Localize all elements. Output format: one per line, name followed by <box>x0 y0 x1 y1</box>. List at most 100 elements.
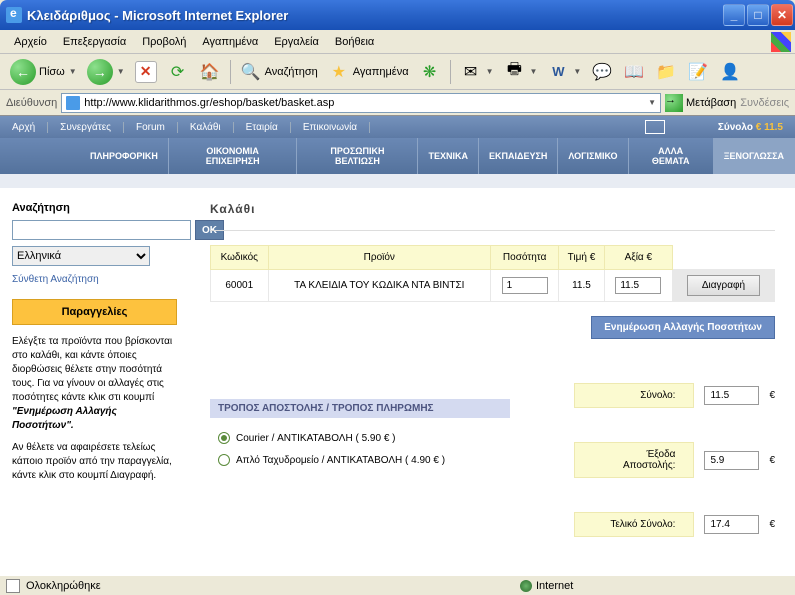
delete-button[interactable]: Διαγραφή <box>687 275 760 296</box>
page-title: Καλάθι <box>210 202 775 216</box>
orders-button[interactable]: Παραγγελίες <box>12 299 177 325</box>
window-titlebar: Κλειδάριθμος - Microsoft Internet Explor… <box>0 0 795 30</box>
address-url: http://www.klidarithmos.gr/eshop/basket/… <box>84 97 334 109</box>
nav-basket[interactable]: Καλάθι <box>178 122 234 133</box>
qty-input[interactable] <box>502 277 548 294</box>
cat-technical[interactable]: ΤΕΧΝΙΚΑ <box>418 138 479 174</box>
window-title: Κλειδάριθμος - Microsoft Internet Explor… <box>27 8 723 23</box>
col-qty: Ποσότητα <box>491 246 559 270</box>
sub-nav-bar <box>0 174 795 188</box>
shipcost-value <box>704 451 759 470</box>
ship-option-post[interactable]: Απλό Ταχυδρομείο / ΑΝΤΙΚΑΤΑΒΟΛΗ ( 4.90 €… <box>210 450 554 472</box>
cat-foreign[interactable]: ΞΕΝΟΓΛΩΣΣΑ <box>714 138 795 174</box>
col-value: Αξία € <box>604 246 672 270</box>
nav-forum[interactable]: Forum <box>124 122 178 133</box>
forward-button[interactable]: →▼ <box>83 57 129 87</box>
cat-software[interactable]: ΛΟΓΙΣΜΙΚΟ <box>558 138 628 174</box>
minimize-button[interactable]: _ <box>723 4 745 26</box>
search-button[interactable]: 🔍Αναζήτηση <box>236 59 322 85</box>
cell-price: 11.5 <box>559 270 604 302</box>
menu-file[interactable]: Αρχείο <box>6 33 55 51</box>
refresh-button[interactable]: ⟳ <box>163 59 193 85</box>
subtotal-value <box>704 386 759 405</box>
close-button[interactable]: ✕ <box>771 4 793 26</box>
menu-view[interactable]: Προβολή <box>134 33 194 51</box>
home-button[interactable]: 🏠 <box>195 59 225 85</box>
language-select[interactable]: Ελληνικά <box>12 246 150 266</box>
address-dropdown-icon[interactable]: ▼ <box>648 98 656 107</box>
nav-company[interactable]: Εταιρία <box>234 122 291 133</box>
sidebar: Αναζήτηση OK Ελληνικά Σύνθετη Αναζήτηση … <box>0 188 190 561</box>
status-text: Ολοκληρώθηκε <box>26 580 101 592</box>
cat-selfhelp[interactable]: ΠΡΟΣΩΠΙΚΗ ΒΕΛΤΙΩΣΗ <box>297 138 418 174</box>
toolbar: ←Πίσω▼ →▼ ✕ ⟳ 🏠 🔍Αναζήτηση ★Αγαπημένα ❋ … <box>0 54 795 90</box>
favorites-button[interactable]: ★Αγαπημένα <box>324 59 413 85</box>
update-qty-button[interactable]: Ενημέρωση Αλλαγής Ποσοτήτων <box>591 316 775 339</box>
category-nav: ΠΛΗΡΟΦΟΡΙΚΗ ΟΙΚΟΝΟΜΙΑ ΕΠΙΧΕΙΡΗΣΗ ΠΡΟΣΩΠΙ… <box>0 138 795 174</box>
maximize-button[interactable]: □ <box>747 4 769 26</box>
word-button[interactable]: W▼ <box>543 59 585 85</box>
address-input[interactable]: http://www.klidarithmos.gr/eshop/basket/… <box>61 93 661 113</box>
totals-block: Σύνολο: € Έξοδα Αποστολής: € Τελικό Σύνο… <box>574 383 775 547</box>
cat-other[interactable]: ΑΛΛΑ ΘΕΜΑΤΑ <box>629 138 714 174</box>
page-content: Αρχή Συνεργάτες Forum Καλάθι Εταιρία Επι… <box>0 116 795 575</box>
address-bar: Διεύθυνση http://www.klidarithmos.gr/esh… <box>0 90 795 116</box>
menu-edit[interactable]: Επεξεργασία <box>55 33 134 51</box>
ie-icon <box>6 7 22 23</box>
cat-education[interactable]: ΕΚΠΑΙΔΕΥΣΗ <box>479 138 558 174</box>
nav-partners[interactable]: Συνεργάτες <box>48 122 124 133</box>
menu-help[interactable]: Βοήθεια <box>327 33 382 51</box>
cell-code: 60001 <box>211 270 269 302</box>
menubar: Αρχείο Επεξεργασία Προβολή Αγαπημένα Εργ… <box>0 30 795 54</box>
finaltotal-value <box>704 515 759 534</box>
search-input[interactable] <box>12 220 191 240</box>
zone-text: Internet <box>536 580 573 592</box>
discuss-button[interactable]: 💬 <box>587 59 617 85</box>
folder-button[interactable]: 📁 <box>651 59 681 85</box>
go-button[interactable]: →Μετάβαση <box>665 94 736 112</box>
status-bar: Ολοκληρώθηκε Internet <box>0 575 795 595</box>
table-row: 60001 ΤΑ ΚΛΕΙΔΙΑ ΤΟΥ ΚΩΔΙΚΑ ΝΤΑ ΒΙΝΤΣΙ 1… <box>211 270 775 302</box>
back-button[interactable]: ←Πίσω▼ <box>6 57 81 87</box>
sidebar-help-2: Αν θέλετε να αφαιρέσετε τελείως κάποιο π… <box>12 441 178 483</box>
links-label[interactable]: Συνδέσεις <box>740 97 789 109</box>
site-top-nav: Αρχή Συνεργάτες Forum Καλάθι Εταιρία Επι… <box>0 116 795 138</box>
globe-icon <box>520 580 532 592</box>
main-column: Καλάθι Κωδικός Προϊόν Ποσότητα Τιμή € Αξ… <box>190 188 795 561</box>
page-icon <box>66 96 80 110</box>
basket-table: Κωδικός Προϊόν Ποσότητα Τιμή € Αξία € 60… <box>210 245 775 302</box>
menu-favorites[interactable]: Αγαπημένα <box>194 33 266 51</box>
research-button[interactable]: 📖 <box>619 59 649 85</box>
ship-option-courier[interactable]: Courier / ΑΝΤΙΚΑΤΑΒΟΛΗ ( 5.90 € ) <box>210 428 554 450</box>
col-price: Τιμή € <box>559 246 604 270</box>
col-product: Προϊόν <box>268 246 490 270</box>
subtotal-label: Σύνολο: <box>574 383 694 408</box>
cat-business[interactable]: ΟΙΚΟΝΟΜΙΑ ΕΠΙΧΕΙΡΗΣΗ <box>169 138 297 174</box>
menu-tools[interactable]: Εργαλεία <box>266 33 327 51</box>
stop-button[interactable]: ✕ <box>131 59 161 85</box>
search-title: Αναζήτηση <box>12 202 178 214</box>
messenger-button[interactable]: 👤 <box>715 59 745 85</box>
nav-contact[interactable]: Επικοινωνία <box>291 122 370 133</box>
document-icon <box>6 579 20 593</box>
edit-button[interactable]: 📝 <box>683 59 713 85</box>
advanced-search-link[interactable]: Σύνθετη Αναζήτηση <box>12 274 99 285</box>
cart-total: Σύνολο € 11.5 <box>718 122 783 133</box>
cell-product: ΤΑ ΚΛΕΙΔΙΑ ΤΟΥ ΚΩΔΙΚΑ ΝΤΑ ΒΙΝΤΣΙ <box>268 270 490 302</box>
print-button[interactable]: 🖶▼ <box>499 59 541 85</box>
finaltotal-label: Τελικό Σύνολο: <box>574 512 694 537</box>
cart-icon[interactable] <box>645 120 665 134</box>
cat-it[interactable]: ΠΛΗΡΟΦΟΡΙΚΗ <box>80 138 169 174</box>
radio-off-icon <box>218 454 230 466</box>
mail-button[interactable]: ✉▼ <box>456 59 498 85</box>
nav-home[interactable]: Αρχή <box>0 122 48 133</box>
history-button[interactable]: ❋ <box>415 59 445 85</box>
address-label: Διεύθυνση <box>6 97 57 109</box>
security-zone: Internet <box>520 580 573 592</box>
radio-on-icon <box>218 432 230 444</box>
value-box <box>615 277 661 294</box>
col-code: Κωδικός <box>211 246 269 270</box>
windows-logo-icon <box>771 32 791 52</box>
shipcost-label: Έξοδα Αποστολής: <box>574 442 694 478</box>
shipping-header: ΤΡΟΠΟΣ ΑΠΟΣΤΟΛΗΣ / ΤΡΟΠΟΣ ΠΛΗΡΩΜΗΣ <box>210 399 510 418</box>
